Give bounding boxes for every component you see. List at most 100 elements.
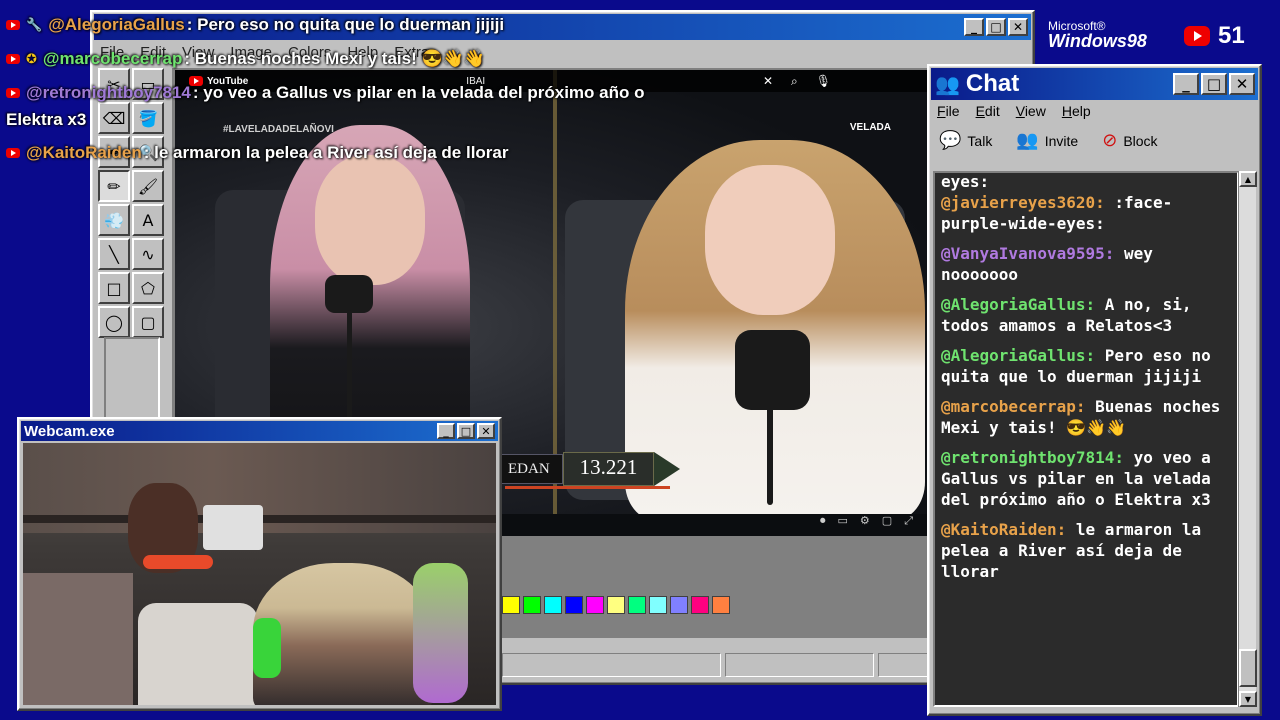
chat-message: @AlegoriaGallus: Pero eso no quita que l…: [941, 345, 1231, 387]
color-swatch[interactable]: [502, 596, 520, 614]
pencil-tool-icon[interactable]: ✏: [98, 170, 130, 202]
fullscreen-icon[interactable]: ⤢: [904, 514, 913, 528]
curve-tool-icon[interactable]: ∿: [132, 238, 164, 270]
eraser-tool-icon[interactable]: ⌫: [98, 102, 130, 134]
minimize-button[interactable]: _: [437, 423, 455, 439]
microphone: [325, 275, 373, 313]
brush-tool-icon[interactable]: 🖌: [132, 170, 164, 202]
chat-message: @javierreyes3620: :face-purple-wide-eyes…: [941, 192, 1231, 234]
settings-icon[interactable]: ⚙: [860, 514, 870, 528]
mic-icon[interactable]: 🎙: [816, 74, 831, 89]
menu-edit[interactable]: Edit: [976, 103, 1000, 119]
youtube-icon: [6, 20, 20, 30]
scroll-down-icon[interactable]: ▼: [1239, 691, 1257, 707]
autoplay-icon[interactable]: ⏺: [820, 514, 826, 528]
maximize-button[interactable]: □: [1201, 73, 1227, 95]
chat-title: Chat: [965, 70, 1020, 97]
polygon-tool-icon[interactable]: ⬠: [132, 272, 164, 304]
color-swatch[interactable]: [628, 596, 646, 614]
webcam-window: Webcam.exe _ □ ✕: [17, 417, 502, 711]
color-swatch[interactable]: [649, 596, 667, 614]
vote-scoreboard: EDAN 13.221: [495, 452, 695, 486]
overlay-username: @KaitoRaiden: [26, 143, 142, 162]
chat-messages[interactable]: eyes: @javierreyes3620: :face-purple-wid…: [933, 171, 1239, 707]
talk-button[interactable]: 💬 Talk: [939, 130, 992, 151]
color-swatch[interactable]: [670, 596, 688, 614]
viewer-count-value: 51: [1218, 22, 1245, 49]
chat-message: @AlegoriaGallus: A no, si, todos amamos …: [941, 294, 1231, 336]
webcam-titlebar[interactable]: Webcam.exe _ □ ✕: [21, 421, 498, 441]
color-swatch[interactable]: [565, 596, 583, 614]
color-swatch[interactable]: [691, 596, 709, 614]
overlay-message: : le armaron la pelea a River así deja d…: [143, 143, 509, 162]
menu-help[interactable]: Help: [1062, 103, 1091, 119]
color-swatch[interactable]: [712, 596, 730, 614]
maximize-button[interactable]: □: [457, 423, 475, 439]
overlay-message: : Pero eso no quita que lo duerman jijij…: [186, 15, 505, 34]
youtube-icon: [1184, 26, 1210, 46]
text-tool-icon[interactable]: A: [132, 204, 164, 236]
chat-titlebar[interactable]: 👥 Chat _ □ ✕: [931, 68, 1258, 100]
overlay-username: @marcobecerrap: [42, 49, 183, 68]
minimize-button[interactable]: _: [964, 18, 984, 36]
chat-scrollbar[interactable]: ▲ ▼: [1238, 171, 1257, 707]
velada-logo: VELADA: [849, 122, 891, 133]
airbrush-tool-icon[interactable]: 💨: [98, 204, 130, 236]
color-swatch[interactable]: [544, 596, 562, 614]
status-cell: [502, 653, 721, 677]
minimize-button[interactable]: _: [1173, 73, 1199, 95]
rectangle-tool-icon[interactable]: □: [98, 272, 130, 304]
color-swatch[interactable]: [607, 596, 625, 614]
event-hashtag: #LAVELADADELAÑOVI: [223, 124, 334, 135]
line-tool-icon[interactable]: ╲: [98, 238, 130, 270]
block-button[interactable]: ⊘ Block: [1102, 130, 1157, 151]
green-headphones: [253, 618, 281, 678]
color-swatch[interactable]: [523, 596, 541, 614]
ellipse-tool-icon[interactable]: ◯: [98, 306, 130, 338]
chat-message: @VanyaIvanova9595: wey nooooooo: [941, 243, 1231, 285]
score-arrow-icon: [654, 452, 681, 486]
invite-button[interactable]: 👥 Invite: [1016, 130, 1078, 151]
chat-username: @AlegoriaGallus:: [941, 295, 1096, 314]
chat-username: @javierreyes3620:: [941, 193, 1105, 212]
menu-view[interactable]: View: [1016, 103, 1046, 119]
score-name: EDAN: [495, 454, 563, 484]
menu-file[interactable]: File: [937, 103, 960, 119]
progress-line: [505, 486, 670, 489]
overlay-username: @AlegoriaGallus: [48, 15, 185, 34]
fill-tool-icon[interactable]: 🪣: [132, 102, 164, 134]
face: [705, 165, 835, 315]
talk-icon: 💬: [939, 130, 962, 151]
youtube-icon: [6, 148, 20, 158]
chat-username: @marcobecerrap:: [941, 397, 1086, 416]
overlay-message: Elektra x3: [6, 110, 87, 129]
chat-username: @VanyaIvanova9595:: [941, 244, 1115, 263]
maximize-button[interactable]: □: [986, 18, 1006, 36]
windows98-logo: Microsoft® Windows98: [1048, 20, 1147, 50]
close-button[interactable]: ✕: [477, 423, 495, 439]
youtube-icon: [6, 88, 20, 98]
scroll-up-icon[interactable]: ▲: [1239, 171, 1257, 187]
wrench-badge-icon: 🔧: [26, 17, 43, 33]
tool-options[interactable]: [104, 337, 160, 427]
miniplayer-icon[interactable]: ▢: [882, 514, 892, 528]
people-icon: 👥: [935, 72, 960, 96]
webcam-title: Webcam.exe: [24, 422, 115, 440]
close-button[interactable]: ✕: [1229, 73, 1255, 95]
close-icon[interactable]: ✕: [763, 74, 773, 89]
search-icon[interactable]: ⌕: [791, 74, 798, 89]
score-count: 13.221: [562, 452, 655, 486]
windows98-label: Windows98: [1048, 31, 1147, 51]
close-button[interactable]: ✕: [1008, 18, 1028, 36]
overlay-chat-line: @retronightboy7814 : yo veo a Gallus vs …: [6, 83, 645, 103]
overlay-chat-line: @KaitoRaiden : le armaron la pelea a Riv…: [6, 143, 509, 163]
chat-menubar: File Edit View Help: [937, 103, 1091, 119]
color-swatch[interactable]: [586, 596, 604, 614]
chat-username: @AlegoriaGallus:: [941, 346, 1096, 365]
scroll-thumb[interactable]: [1239, 649, 1257, 687]
subtitles-icon[interactable]: ▭: [838, 514, 848, 528]
block-label: Block: [1123, 132, 1158, 149]
rounded-rect-tool-icon[interactable]: ▢: [132, 306, 164, 338]
block-icon: ⊘: [1102, 130, 1118, 151]
webcam-feed: [23, 443, 496, 705]
